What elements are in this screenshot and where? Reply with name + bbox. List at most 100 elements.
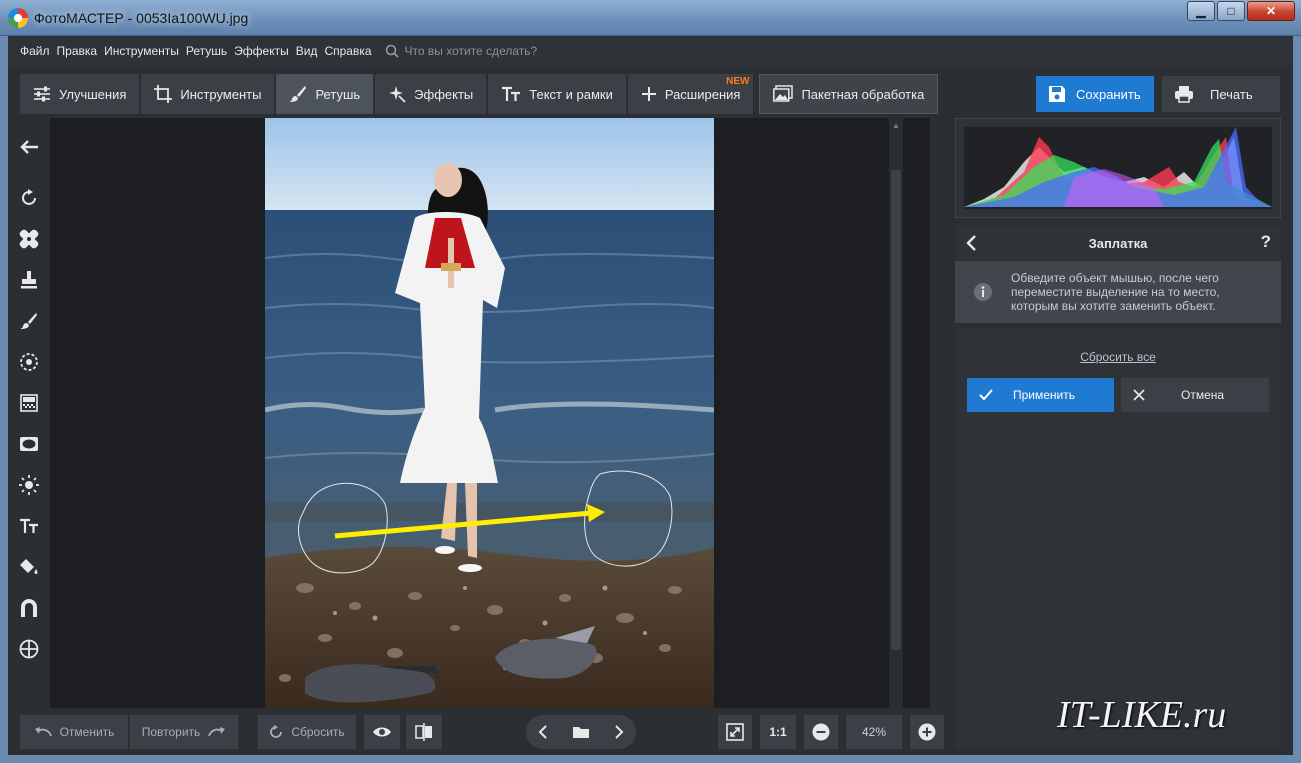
crop-icon xyxy=(154,85,173,103)
magnet-icon xyxy=(21,598,37,617)
app-window: Файл Правка Инструменты Ретушь Эффекты В… xyxy=(8,36,1293,755)
photo-image xyxy=(265,118,714,708)
sliders-icon xyxy=(34,86,50,102)
patch-controls: Сбросить все Применить Отмена xyxy=(955,328,1281,748)
actual-size-button[interactable]: 1:1 xyxy=(760,715,796,749)
reset-all-link[interactable]: Сбросить все xyxy=(955,350,1281,364)
info-box: Обведите объект мышью, после чего переме… xyxy=(955,261,1281,323)
reset-label: Сбросить xyxy=(291,725,345,739)
fullscreen-icon xyxy=(726,723,744,741)
title-bar: ФотоМАСТЕР - 0053Ia100WU.jpg ▁ □ ✕ xyxy=(0,0,1301,36)
redo-button[interactable]: Повторить xyxy=(130,715,238,749)
menu-effects[interactable]: Эффекты xyxy=(234,44,289,58)
scroll-thumb[interactable] xyxy=(891,170,901,650)
vertical-scrollbar[interactable]: ▲ xyxy=(889,118,903,708)
sun-icon xyxy=(19,474,39,495)
histogram-plot xyxy=(964,127,1272,209)
preview-button[interactable] xyxy=(364,715,400,749)
save-label: Сохранить xyxy=(1076,86,1141,102)
tool-rotate[interactable] xyxy=(11,177,47,218)
folder-icon[interactable] xyxy=(572,725,590,739)
reset-button[interactable]: Сбросить xyxy=(258,715,356,749)
menu-bar: Файл Правка Инструменты Ретушь Эффекты В… xyxy=(8,36,1293,66)
tab-retouch[interactable]: Ретушь xyxy=(276,74,374,114)
tool-vignette[interactable] xyxy=(11,423,47,464)
window-controls: ▁ □ ✕ xyxy=(1187,1,1295,21)
tab-batch-processing[interactable]: Пакетная обработка xyxy=(759,74,939,114)
tool-text[interactable] xyxy=(11,505,47,546)
close-button[interactable]: ✕ xyxy=(1247,1,1295,21)
floppy-icon xyxy=(1049,86,1065,102)
tool-light[interactable] xyxy=(11,464,47,505)
menu-view[interactable]: Вид xyxy=(296,44,318,58)
tab-extensions[interactable]: Расширения NEW xyxy=(627,74,754,114)
info-text: Обведите объект мышью, после чего переме… xyxy=(1011,271,1220,313)
sparkle-icon xyxy=(389,86,406,103)
bandage-icon xyxy=(19,229,39,248)
zoom-out-button[interactable] xyxy=(804,715,838,749)
chevron-left-icon[interactable] xyxy=(965,234,977,252)
tool-brush[interactable] xyxy=(11,300,47,341)
tab-effects[interactable]: Эффекты xyxy=(375,74,487,114)
tab-text-frames[interactable]: Текст и рамки xyxy=(488,74,626,114)
vignette-icon xyxy=(20,436,38,451)
image-canvas[interactable] xyxy=(50,118,930,708)
bottom-bar: Отменить Повторить Сбросить 1:1 42% xyxy=(8,708,948,755)
chevron-left-icon[interactable] xyxy=(538,725,548,739)
radial-icon xyxy=(20,352,38,371)
save-button[interactable]: Сохранить xyxy=(1036,76,1154,112)
compare-button[interactable] xyxy=(406,715,442,749)
panel-header: Заплатка ? xyxy=(955,226,1281,260)
menu-file[interactable]: Файл xyxy=(20,44,50,58)
apply-button[interactable]: Применить xyxy=(967,378,1114,412)
search-icon xyxy=(385,44,399,58)
menu-help[interactable]: Справка xyxy=(324,44,371,58)
tool-gradient[interactable] xyxy=(11,382,47,423)
print-button[interactable]: Печать xyxy=(1162,76,1280,112)
apply-label: Применить xyxy=(1013,388,1076,402)
tab-label: Улучшения xyxy=(59,86,127,102)
brush-icon xyxy=(290,86,307,102)
zoom-in-icon xyxy=(918,723,936,741)
chevron-right-icon[interactable] xyxy=(614,725,624,739)
tool-healing[interactable] xyxy=(11,218,47,259)
tool-magnet[interactable] xyxy=(11,587,47,628)
help-button[interactable]: ? xyxy=(1261,232,1271,252)
right-panel: Заплатка ? Обведите объект мышью, после … xyxy=(955,118,1281,748)
minimize-button[interactable]: ▁ xyxy=(1187,1,1215,21)
maximize-button[interactable]: □ xyxy=(1217,1,1245,21)
zoom-in-button[interactable] xyxy=(910,715,944,749)
tab-enhancements[interactable]: Улучшения xyxy=(20,74,140,114)
histogram xyxy=(955,118,1281,218)
tool-target[interactable] xyxy=(11,628,47,669)
new-badge: NEW xyxy=(726,76,750,87)
cancel-label: Отмена xyxy=(1181,388,1225,402)
text-icon xyxy=(20,518,38,533)
window-title: ФотоМАСТЕР - 0053Ia100WU.jpg xyxy=(34,10,249,26)
menu-search[interactable]: Что вы хотите сделать? xyxy=(385,44,537,58)
fit-screen-button[interactable] xyxy=(718,715,752,749)
tool-radial[interactable] xyxy=(11,341,47,382)
tool-fill[interactable] xyxy=(11,546,47,587)
histogram-graph xyxy=(964,127,1272,207)
left-toolbar xyxy=(8,118,50,708)
reset-icon xyxy=(270,725,283,738)
photo[interactable] xyxy=(265,118,714,708)
menu-retouch[interactable]: Ретушь xyxy=(186,44,227,58)
menu-edit[interactable]: Правка xyxy=(57,44,98,58)
gradient-icon xyxy=(20,393,38,412)
tab-label: Инструменты xyxy=(180,86,262,102)
info-icon xyxy=(974,283,992,301)
menu-tools[interactable]: Инструменты xyxy=(104,44,179,58)
zoom-out-icon xyxy=(812,723,830,741)
undo-button[interactable]: Отменить xyxy=(20,715,128,749)
tool-stamp[interactable] xyxy=(11,259,47,300)
zoom-value[interactable]: 42% xyxy=(846,715,902,749)
close-icon xyxy=(1133,389,1145,401)
back-button[interactable] xyxy=(11,126,47,167)
image-navigation xyxy=(526,715,636,749)
rotate-icon xyxy=(22,188,36,205)
cancel-button[interactable]: Отмена xyxy=(1121,378,1269,412)
scroll-up-icon[interactable]: ▲ xyxy=(889,118,903,132)
tab-tools[interactable]: Инструменты xyxy=(141,74,275,114)
